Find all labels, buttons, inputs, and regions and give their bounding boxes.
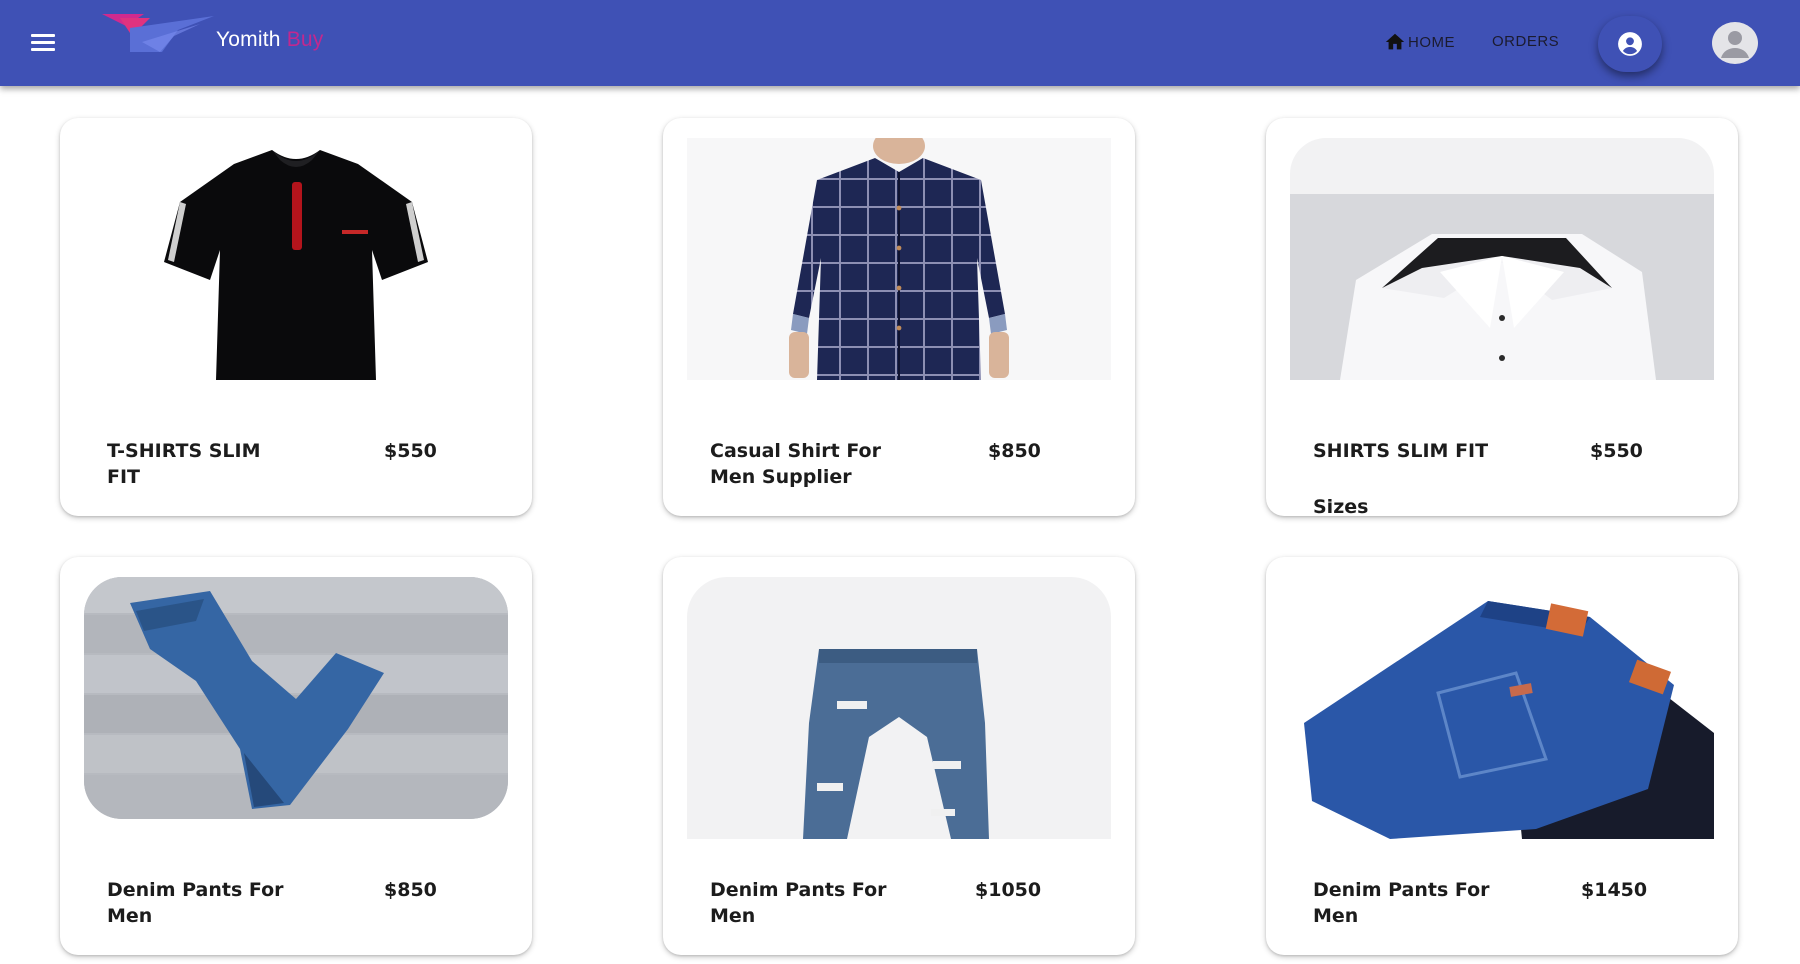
product-price: $1450 (1581, 879, 1648, 901)
menu-icon[interactable] (26, 26, 60, 60)
product-title: Casual Shirt For Men Supplier (710, 440, 881, 488)
sizes-label: Sizes (1313, 496, 1369, 516)
nav-home-link[interactable]: HOME (1384, 30, 1455, 54)
brand-secondary: Buy (286, 28, 324, 51)
product-price: $550 (384, 440, 437, 462)
account-button[interactable] (1598, 16, 1662, 72)
account-circle-icon (1618, 32, 1642, 56)
product-price: $550 (1590, 440, 1643, 462)
product-title: SHIRTS SLIM FIT (1313, 440, 1489, 462)
product-title: Denim Pants For Men (710, 879, 887, 927)
product-card[interactable]: Denim Pants For Men $850 (60, 557, 532, 955)
product-image-ripped-denim (687, 577, 1111, 839)
product-image-casual-shirt (687, 138, 1111, 380)
nav-home-label: HOME (1408, 33, 1455, 51)
nav-orders-link[interactable]: ORDERS (1492, 33, 1559, 50)
brand-primary: Yomith (216, 28, 281, 51)
home-icon (1385, 33, 1405, 50)
product-title: Denim Pants For Men (1313, 879, 1490, 927)
brand-name: Yomith Buy (216, 28, 323, 52)
product-card[interactable]: Denim Pants For Men $1450 (1266, 557, 1738, 955)
product-card[interactable]: SHIRTS SLIM FIT $550 Sizes (1266, 118, 1738, 516)
product-image-stacked-jeans (1290, 577, 1714, 839)
logo[interactable] (102, 14, 214, 58)
product-card[interactable]: Denim Pants For Men $1050 (663, 557, 1135, 955)
product-price: $850 (988, 440, 1041, 462)
product-price: $850 (384, 879, 437, 901)
product-title: T-SHIRTS SLIM FIT (107, 440, 261, 488)
product-image-denim-wood (84, 577, 508, 819)
product-card[interactable]: Casual Shirt For Men Supplier $850 (663, 118, 1135, 516)
product-card[interactable]: T-SHIRTS SLIM FIT $550 (60, 118, 532, 516)
avatar[interactable] (1712, 22, 1758, 64)
product-price: $1050 (975, 879, 1042, 901)
product-image-folded-shirt (1290, 138, 1714, 380)
product-title: Denim Pants For Men (107, 879, 284, 927)
app-bar: Yomith Buy HOME ORDERS (0, 0, 1800, 86)
product-image-tshirt (84, 138, 508, 380)
